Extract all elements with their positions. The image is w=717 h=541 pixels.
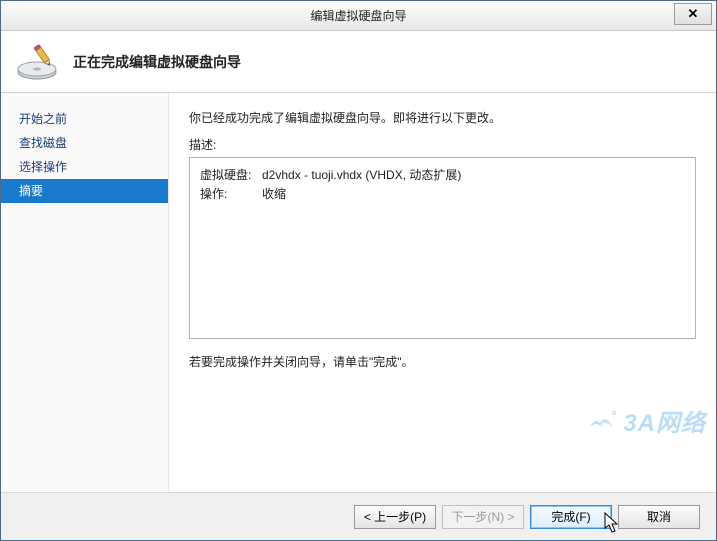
- summary-box: 虚拟硬盘: d2vhdx - tuoji.vhdx (VHDX, 动态扩展) 操…: [189, 157, 696, 339]
- disk-edit-icon: [15, 40, 59, 84]
- sidebar-item-summary[interactable]: 摘要: [1, 179, 168, 203]
- wizard-footer: < 上一步(P) 下一步(N) > 完成(F) 取消: [1, 492, 716, 540]
- summary-op-label: 操作:: [200, 185, 262, 202]
- finish-hint: 若要完成操作并关闭向导，请单击"完成"。: [189, 353, 696, 370]
- wizard-body: 开始之前 查找磁盘 选择操作 摘要 你已经成功完成了编辑虚拟硬盘向导。即将进行以…: [1, 93, 716, 492]
- wizard-header: 正在完成编辑虚拟硬盘向导: [1, 31, 716, 93]
- watermark: 3A网络: [587, 403, 706, 438]
- watermark-text: 3A网络: [623, 403, 706, 438]
- summary-row-vhd: 虚拟硬盘: d2vhdx - tuoji.vhdx (VHDX, 动态扩展): [200, 166, 685, 183]
- close-button[interactable]: ✕: [674, 3, 712, 25]
- summary-vhd-label: 虚拟硬盘:: [200, 166, 262, 183]
- titlebar: 编辑虚拟硬盘向导 ✕: [1, 1, 716, 31]
- sidebar: 开始之前 查找磁盘 选择操作 摘要: [1, 93, 169, 492]
- intro-text: 你已经成功完成了编辑虚拟硬盘向导。即将进行以下更改。: [189, 109, 696, 126]
- page-title: 正在完成编辑虚拟硬盘向导: [73, 52, 241, 72]
- window-title: 编辑虚拟硬盘向导: [310, 7, 406, 24]
- summary-op-value: 收缩: [262, 185, 685, 202]
- sidebar-item-before-begin[interactable]: 开始之前: [1, 107, 168, 131]
- wizard-window: 编辑虚拟硬盘向导 ✕ 正在完成编辑虚拟硬盘向导 开始之前 查找磁盘: [0, 0, 717, 541]
- finish-button[interactable]: 完成(F): [530, 505, 612, 529]
- summary-vhd-value: d2vhdx - tuoji.vhdx (VHDX, 动态扩展): [262, 166, 685, 183]
- previous-button[interactable]: < 上一步(P): [354, 505, 436, 529]
- sidebar-item-locate-disk[interactable]: 查找磁盘: [1, 131, 168, 155]
- sidebar-item-choose-action[interactable]: 选择操作: [1, 155, 168, 179]
- cancel-button[interactable]: 取消: [618, 505, 700, 529]
- main-panel: 你已经成功完成了编辑虚拟硬盘向导。即将进行以下更改。 描述: 虚拟硬盘: d2v…: [169, 93, 716, 492]
- summary-row-op: 操作: 收缩: [200, 185, 685, 202]
- next-button: 下一步(N) >: [442, 505, 524, 529]
- close-icon: ✕: [688, 6, 699, 22]
- description-label: 描述:: [189, 136, 696, 153]
